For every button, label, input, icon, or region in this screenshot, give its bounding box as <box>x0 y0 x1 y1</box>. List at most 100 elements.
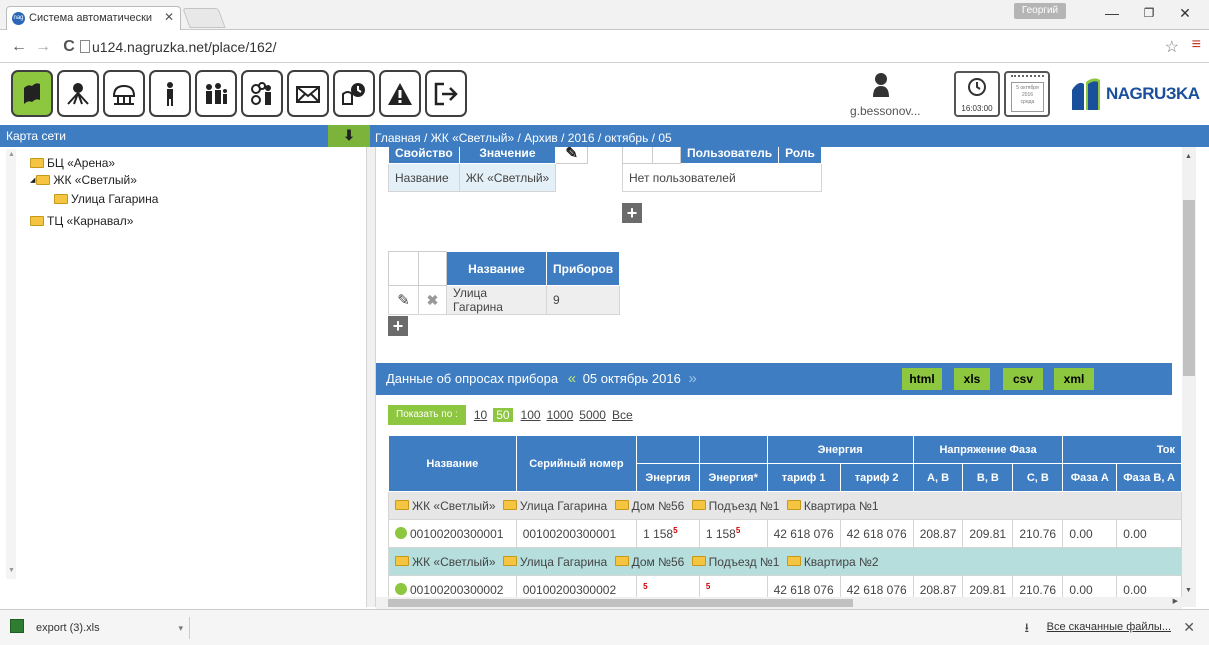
tree-button[interactable] <box>103 70 145 117</box>
street-name[interactable]: Улица Гагарина <box>446 285 547 315</box>
col-current-b: Фаза B, A <box>1116 463 1182 492</box>
person-button[interactable] <box>149 70 191 117</box>
tree-item-gagarina[interactable]: Улица Гагарина <box>54 192 158 206</box>
scroll-down-icon[interactable]: ▼ <box>1185 587 1192 594</box>
show-all-downloads-link[interactable]: Все скачанные файлы... <box>1047 621 1171 633</box>
sidebar-toggle-icon[interactable]: ⬇ <box>328 125 370 147</box>
col-group-energy: Энергия <box>766 435 914 464</box>
new-tab-button[interactable] <box>182 8 226 28</box>
download-menu-icon[interactable]: ▾ <box>178 617 183 639</box>
empty-cell <box>556 164 588 192</box>
add-street-button[interactable]: + <box>388 316 408 336</box>
group-path-item: Квартира №2 <box>803 554 879 569</box>
data-panel-date: 05 октябрь 2016 <box>582 371 681 386</box>
tree-item-svetly[interactable]: ◢ ЖК «Светлый» <box>30 173 137 187</box>
prev-date-icon[interactable]: « <box>568 370 576 387</box>
horizontal-scroll-thumb[interactable] <box>388 599 853 607</box>
browser-tab[interactable]: nag Система автоматически ✕ <box>6 6 181 30</box>
clock-time: 16:03:00 <box>961 104 993 113</box>
col-energy-star: Энергия* <box>698 463 768 492</box>
family-button[interactable] <box>195 70 237 117</box>
scroll-up-icon[interactable]: ▲ <box>8 151 15 158</box>
export-csv-button[interactable]: csv <box>1003 368 1043 390</box>
edit-button[interactable]: ✎ <box>555 147 589 164</box>
folder-icon <box>36 175 51 185</box>
bookmark-star-icon[interactable]: ☆ <box>1165 37 1179 57</box>
export-html-button[interactable]: html <box>902 368 942 390</box>
col-street-name: Название <box>446 251 547 286</box>
user-icon[interactable] <box>872 72 890 98</box>
delete-street-icon[interactable]: ✖ <box>418 285 447 315</box>
panel-splitter[interactable] <box>366 147 376 607</box>
status-ok-icon <box>395 582 407 595</box>
scroll-up-icon[interactable]: ▲ <box>1185 153 1192 160</box>
browser-menu-icon[interactable]: ≡ <box>1192 36 1201 54</box>
device-name[interactable]: 00100200300001 <box>410 527 503 541</box>
minimize-icon[interactable]: — <box>1097 2 1127 24</box>
page-size-1000[interactable]: 1000 <box>547 408 574 422</box>
energy-cell: 1 1585 <box>636 519 700 548</box>
vertical-scroll-thumb[interactable] <box>1183 200 1195 376</box>
mail-icon <box>296 85 320 103</box>
alert-button[interactable] <box>379 70 421 117</box>
current-b-value: 0.00 <box>1116 519 1182 548</box>
profile-chip[interactable]: Георгий <box>1014 3 1066 19</box>
table-group-row[interactable]: ЖК «Светлый» Улица Гагарина Дом №56 Подъ… <box>388 491 1182 520</box>
scroll-right-icon[interactable]: ▶ <box>1173 597 1178 605</box>
reports-button[interactable] <box>333 70 375 117</box>
device-name[interactable]: 00100200300002 <box>410 583 503 597</box>
page-size-50[interactable]: 50 <box>493 408 513 422</box>
folder-icon <box>614 555 629 566</box>
url-input[interactable]: u124.nagruzka.net/place/162/ <box>92 37 1172 57</box>
energy-star-exponent: 5 <box>705 582 711 591</box>
add-user-button[interactable]: + <box>622 203 642 223</box>
no-users-text: Нет пользователей <box>622 163 822 192</box>
page-size-5000[interactable]: 5000 <box>579 408 606 422</box>
address-bar: ← → C u124.nagruzka.net/place/162/ ☆ ≡ <box>0 31 1209 63</box>
expand-arrow-icon[interactable]: ◢ <box>30 176 35 184</box>
edit-street-icon[interactable]: ✎ <box>388 285 419 315</box>
calendar-day: 5 октября <box>1016 85 1039 91</box>
group-path-item: Улица Гагарина <box>519 498 608 513</box>
sidebar-title: Карта сети <box>0 125 370 147</box>
alert-icon <box>388 82 412 105</box>
col-property: Свойство <box>388 147 460 164</box>
network-tree: ▲ ▼ БЦ «Арена» ◢ ЖК «Светлый» Улица Гагар… <box>0 147 370 607</box>
map-icon <box>24 82 40 104</box>
download-item[interactable]: export (3).xls ▾ <box>8 617 190 639</box>
energy-exponent: 5 <box>673 526 678 535</box>
tab-close-icon[interactable]: ✕ <box>164 10 174 24</box>
tree-item-arena[interactable]: БЦ «Арена» <box>30 156 115 170</box>
download-bar-close-icon[interactable]: ✕ <box>1183 619 1195 636</box>
users-settings-button[interactable] <box>241 70 283 117</box>
tree-item-karnaval[interactable]: ТЦ «Карнавал» <box>30 214 133 228</box>
network-button[interactable] <box>57 70 99 117</box>
export-xls-button[interactable]: xls <box>954 368 990 390</box>
username-label[interactable]: g.bessonov... <box>850 104 930 118</box>
back-icon[interactable]: ← <box>8 36 30 58</box>
logout-button[interactable] <box>425 70 467 117</box>
breadcrumb[interactable]: Главная / ЖК «Светлый» / Архив / 2016 / … <box>370 125 1209 147</box>
scroll-down-icon[interactable]: ▼ <box>8 567 15 574</box>
page-size-100[interactable]: 100 <box>521 408 541 422</box>
table-row[interactable]: 00100200300001 00100200300001 1 1585 1 1… <box>388 519 1182 548</box>
tree-item-label: БЦ «Арена» <box>47 156 116 170</box>
app-toolbar: g.bessonov... 16:03:00 5 октября 2016 ср… <box>0 64 1209 124</box>
page-size-10[interactable]: 10 <box>474 408 487 422</box>
table-group-row[interactable]: ЖК «Светлый» Улица Гагарина Дом №56 Подъ… <box>388 547 1182 576</box>
mail-button[interactable] <box>287 70 329 117</box>
page-size-all[interactable]: Все <box>612 408 633 422</box>
tree-scrollbar[interactable] <box>6 149 16 579</box>
col-blank <box>636 435 700 464</box>
tariff-1-value: 42 618 076 <box>766 519 841 548</box>
group-path-item: Дом №56 <box>631 554 685 569</box>
reload-icon[interactable]: C <box>58 36 80 58</box>
forward-icon[interactable]: → <box>32 36 54 58</box>
window-close-icon[interactable]: ✕ <box>1170 2 1200 24</box>
map-button[interactable] <box>11 70 53 117</box>
export-xml-button[interactable]: xml <box>1054 368 1094 390</box>
next-date-icon[interactable]: » <box>688 370 696 387</box>
data-panel-title: Данные об опросах прибора <box>386 371 559 386</box>
folder-icon <box>30 158 44 168</box>
restore-icon[interactable]: ❐ <box>1134 2 1164 24</box>
